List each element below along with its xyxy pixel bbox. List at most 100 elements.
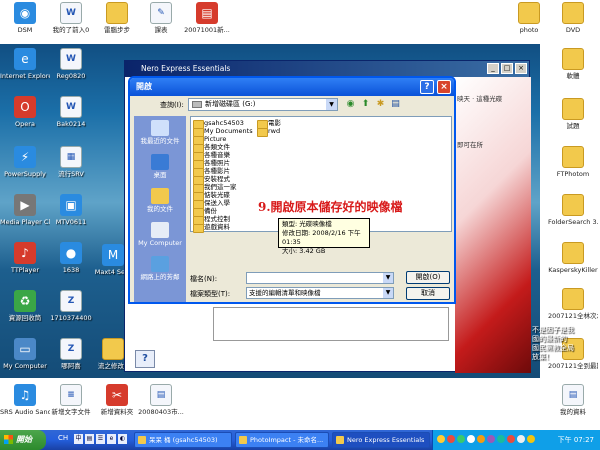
close-icon[interactable]: × xyxy=(437,80,451,94)
filename-input[interactable]: ▼ xyxy=(246,272,394,284)
input-method-icon[interactable]: 中 xyxy=(74,434,83,444)
place-network[interactable]: 網路上的芳鄰 xyxy=(134,256,186,281)
cancel-button[interactable]: 取消 xyxy=(406,287,450,300)
desktop-icon-dvd[interactable]: DVD xyxy=(548,2,598,34)
list-item[interactable]: rwd xyxy=(257,127,280,137)
desktop-icon-reg[interactable]: W Reg0820 xyxy=(46,48,96,80)
place-my-documents[interactable]: 我的文件 xyxy=(134,188,186,213)
tray-icon[interactable] xyxy=(457,435,465,443)
taskbar: 開始 CH 中 ▤ ☰ e ◐ 呆呆 桶 (gsahc54503) PhotoImpac… xyxy=(0,430,600,450)
tray-icon[interactable] xyxy=(507,435,515,443)
desktop-icon-folder[interactable]: 雷腦步步 xyxy=(92,2,142,34)
desktop-icon-doc[interactable]: W 我的了前入0 xyxy=(46,2,96,34)
folder-icon xyxy=(562,288,584,310)
desktop-icon-dsm[interactable]: ◉ DSM xyxy=(0,2,50,34)
new-folder-icon[interactable]: ✱ xyxy=(374,98,387,111)
open-file-dialog: 開啟 ? × 查詢(I): 新增磁碟區 (G:) ▼ ◉ ⬆ ✱ ▤ 我最近的文… xyxy=(128,76,456,304)
desktop-icon-exam[interactable]: 試題 xyxy=(548,98,598,130)
document-icon: ▦ xyxy=(60,146,82,168)
network-icon xyxy=(151,256,169,272)
browser-icon[interactable]: e xyxy=(107,434,116,444)
lookin-label: 查詢(I): xyxy=(160,101,184,109)
photo-icon[interactable]: ◐ xyxy=(118,434,127,444)
desktop-icon-mtv[interactable]: ▣ MTV0611 xyxy=(46,194,96,226)
computer-icon: ▭ xyxy=(14,338,36,360)
internet-explorer-icon: e xyxy=(14,48,36,70)
tray-icon[interactable] xyxy=(447,435,455,443)
place-recent[interactable]: 我最近的文件 xyxy=(134,120,186,145)
desktop-icon-new-folder[interactable]: ✂ 新增資料夾 xyxy=(92,384,142,416)
tray-icon[interactable] xyxy=(477,435,485,443)
keyboard-icon[interactable]: ▤ xyxy=(85,434,94,444)
word-document-icon: W xyxy=(60,48,82,70)
desktop-icon-ie[interactable]: e Internet Explorer xyxy=(0,48,50,80)
tray-icon[interactable] xyxy=(437,435,445,443)
view-menu-icon[interactable]: ▤ xyxy=(389,98,402,111)
task-button-folder[interactable]: 呆呆 桶 (gsahc54503) xyxy=(134,432,232,448)
filetype-select[interactable]: 支援的編輯清單和映像檔 ▼ xyxy=(246,287,394,299)
desktop-icon-schedule[interactable]: ✎ 課表 xyxy=(136,2,186,34)
tray-icon[interactable] xyxy=(487,435,495,443)
desktop-icon-mydata[interactable]: ▤ 我的資料 xyxy=(548,384,598,416)
desktop-icon-bak[interactable]: W Bak0214 xyxy=(46,96,96,128)
video-icon: ▣ xyxy=(60,194,82,216)
desktop-icon-new-text[interactable]: ≡ 新增文字文件 xyxy=(46,384,96,416)
document-icon: ≡ xyxy=(60,384,82,406)
desktop-icon-ftphotom[interactable]: FTPhotom xyxy=(548,146,598,178)
desktop-icon-kaspersky[interactable]: KasperskyKiller xyxy=(548,242,598,274)
chevron-down-icon[interactable]: ▼ xyxy=(383,288,393,298)
desktop-icon-foldersearch[interactable]: FolderSearch 3.1 Preview 16 xyxy=(548,194,598,226)
desktop-icon-opera[interactable]: O Opera xyxy=(0,96,50,128)
tray-icon[interactable] xyxy=(467,435,475,443)
tray-icon[interactable] xyxy=(517,435,525,443)
lookin-dropdown[interactable]: 新增磁碟區 (G:) ▼ xyxy=(188,98,338,111)
maximize-button[interactable]: □ xyxy=(501,63,513,74)
start-button[interactable]: 開始 xyxy=(0,430,46,450)
folder-icon xyxy=(102,338,124,360)
help-icon[interactable]: ? xyxy=(420,80,434,94)
desktop-icon-my-computer[interactable]: ▭ My Computer xyxy=(0,338,50,370)
list-item[interactable]: 遊戲資料 xyxy=(193,223,230,233)
folder-icon xyxy=(562,48,584,70)
desktop-icon-srs[interactable]: ♫ SRS Audio Sandbox xyxy=(0,384,50,416)
desktop-icon-mpc[interactable]: ▶ Media Player Classic xyxy=(0,194,50,226)
back-icon[interactable]: ◉ xyxy=(344,98,357,111)
desktop-icon-srv[interactable]: ▦ 流行SRV xyxy=(46,146,96,178)
app-icon: ◉ xyxy=(14,2,36,24)
music-player-icon: ♪ xyxy=(14,242,36,264)
settings-icon[interactable]: ☰ xyxy=(96,434,105,444)
clock[interactable]: 下午 07:27 xyxy=(558,430,594,450)
up-folder-icon[interactable]: ⬆ xyxy=(359,98,372,111)
folder-icon xyxy=(518,2,540,24)
instruction-caption: 9.開啟原本儲存好的映像檔 xyxy=(258,200,403,214)
tray-icon[interactable] xyxy=(497,435,505,443)
minimize-button[interactable]: _ xyxy=(487,63,499,74)
desktop-icon-archive[interactable]: ▤ 20071001新... xyxy=(182,2,232,34)
dialog-title-bar[interactable]: 開啟 ? × xyxy=(130,78,454,96)
recycle-bin-icon: ♻ xyxy=(14,290,36,312)
chevron-down-icon[interactable]: ▼ xyxy=(326,99,337,110)
desktop-icon-2007-a[interactable]: 2007121全林次水果進 xyxy=(548,288,598,320)
close-button[interactable]: × xyxy=(515,63,527,74)
tray-icon[interactable] xyxy=(527,435,535,443)
desktop-icon-recycle-bin[interactable]: ♻ 資源回收筒 xyxy=(0,290,50,322)
task-button-photoimpact[interactable]: PhotoImpact - 未命名... xyxy=(235,432,329,448)
task-button-nero[interactable]: Nero Express Essentials xyxy=(332,432,430,448)
opera-icon: O xyxy=(14,96,36,118)
folder-icon xyxy=(562,98,584,120)
desktop-icon-powersupply[interactable]: ⚡ PowerSupply xyxy=(0,146,50,178)
nero-title-bar[interactable]: Nero Express Essentials _ □ × xyxy=(125,61,529,77)
chevron-down-icon[interactable]: ▼ xyxy=(383,273,393,283)
open-button[interactable]: 開啟(O) xyxy=(406,271,450,284)
tray-icons xyxy=(437,435,537,445)
desktop-icon-1710[interactable]: Z 1710374400 xyxy=(46,290,96,322)
place-desktop[interactable]: 桌面 xyxy=(134,154,186,179)
desktop-icon-photo[interactable]: photo xyxy=(504,2,554,34)
help-button[interactable]: ? xyxy=(135,350,155,368)
desktop-icon-ttplayer[interactable]: ♪ TTPlayer xyxy=(0,242,50,274)
desktop-icon-software[interactable]: 軟體 xyxy=(548,48,598,80)
nero-info-box xyxy=(213,307,449,341)
place-my-computer[interactable]: My Computer xyxy=(134,222,186,247)
language-indicator[interactable]: CH xyxy=(58,434,68,442)
desktop-icon-20080403[interactable]: ▤ 20080403市... xyxy=(136,384,186,416)
